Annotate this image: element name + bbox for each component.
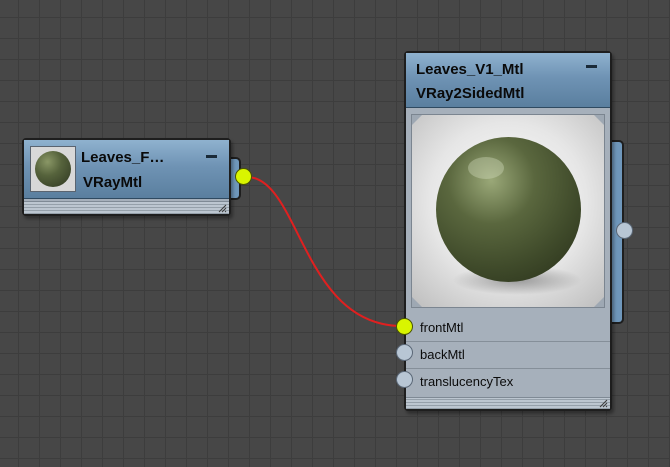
sphere-highlight xyxy=(468,157,504,179)
target-node[interactable]: Leaves_V1_Mtl VRay2SidedMtl frontMtl bac… xyxy=(404,51,612,411)
target-node-grip[interactable] xyxy=(406,397,610,409)
source-node-title: Leaves_F… xyxy=(81,149,165,166)
resize-grip-icon[interactable] xyxy=(599,399,608,408)
target-node-type: VRay2SidedMtl xyxy=(416,85,525,102)
backMtl-input-socket[interactable] xyxy=(396,344,413,361)
target-node-title: Leaves_V1_Mtl xyxy=(416,61,524,78)
source-node-grip[interactable] xyxy=(24,201,229,214)
source-node-header[interactable]: Leaves_F… VRayMtl xyxy=(24,140,229,199)
material-preview xyxy=(411,114,605,308)
target-node-header[interactable]: Leaves_V1_Mtl VRay2SidedMtl xyxy=(406,53,610,108)
source-node[interactable]: Leaves_F… VRayMtl xyxy=(22,138,231,216)
target-output-socket[interactable] xyxy=(616,222,633,239)
source-node-type: VRayMtl xyxy=(83,174,143,191)
source-material-thumbnail xyxy=(30,146,76,192)
frontMtl-input-socket[interactable] xyxy=(396,318,413,335)
slot-label: frontMtl xyxy=(420,320,464,335)
slot-frontMtl[interactable]: frontMtl xyxy=(406,315,610,342)
slot-translucencyTex[interactable]: translucencyTex xyxy=(406,369,610,395)
translucencyTex-input-socket[interactable] xyxy=(396,371,413,388)
slot-label: translucencyTex xyxy=(420,374,514,389)
source-output-socket[interactable] xyxy=(235,168,252,185)
material-sphere xyxy=(436,137,581,282)
collapse-icon[interactable] xyxy=(586,65,597,68)
collapse-icon[interactable] xyxy=(206,155,217,158)
slot-label: backMtl xyxy=(420,347,465,362)
slot-backMtl[interactable]: backMtl xyxy=(406,342,610,369)
resize-grip-icon[interactable] xyxy=(218,204,227,213)
